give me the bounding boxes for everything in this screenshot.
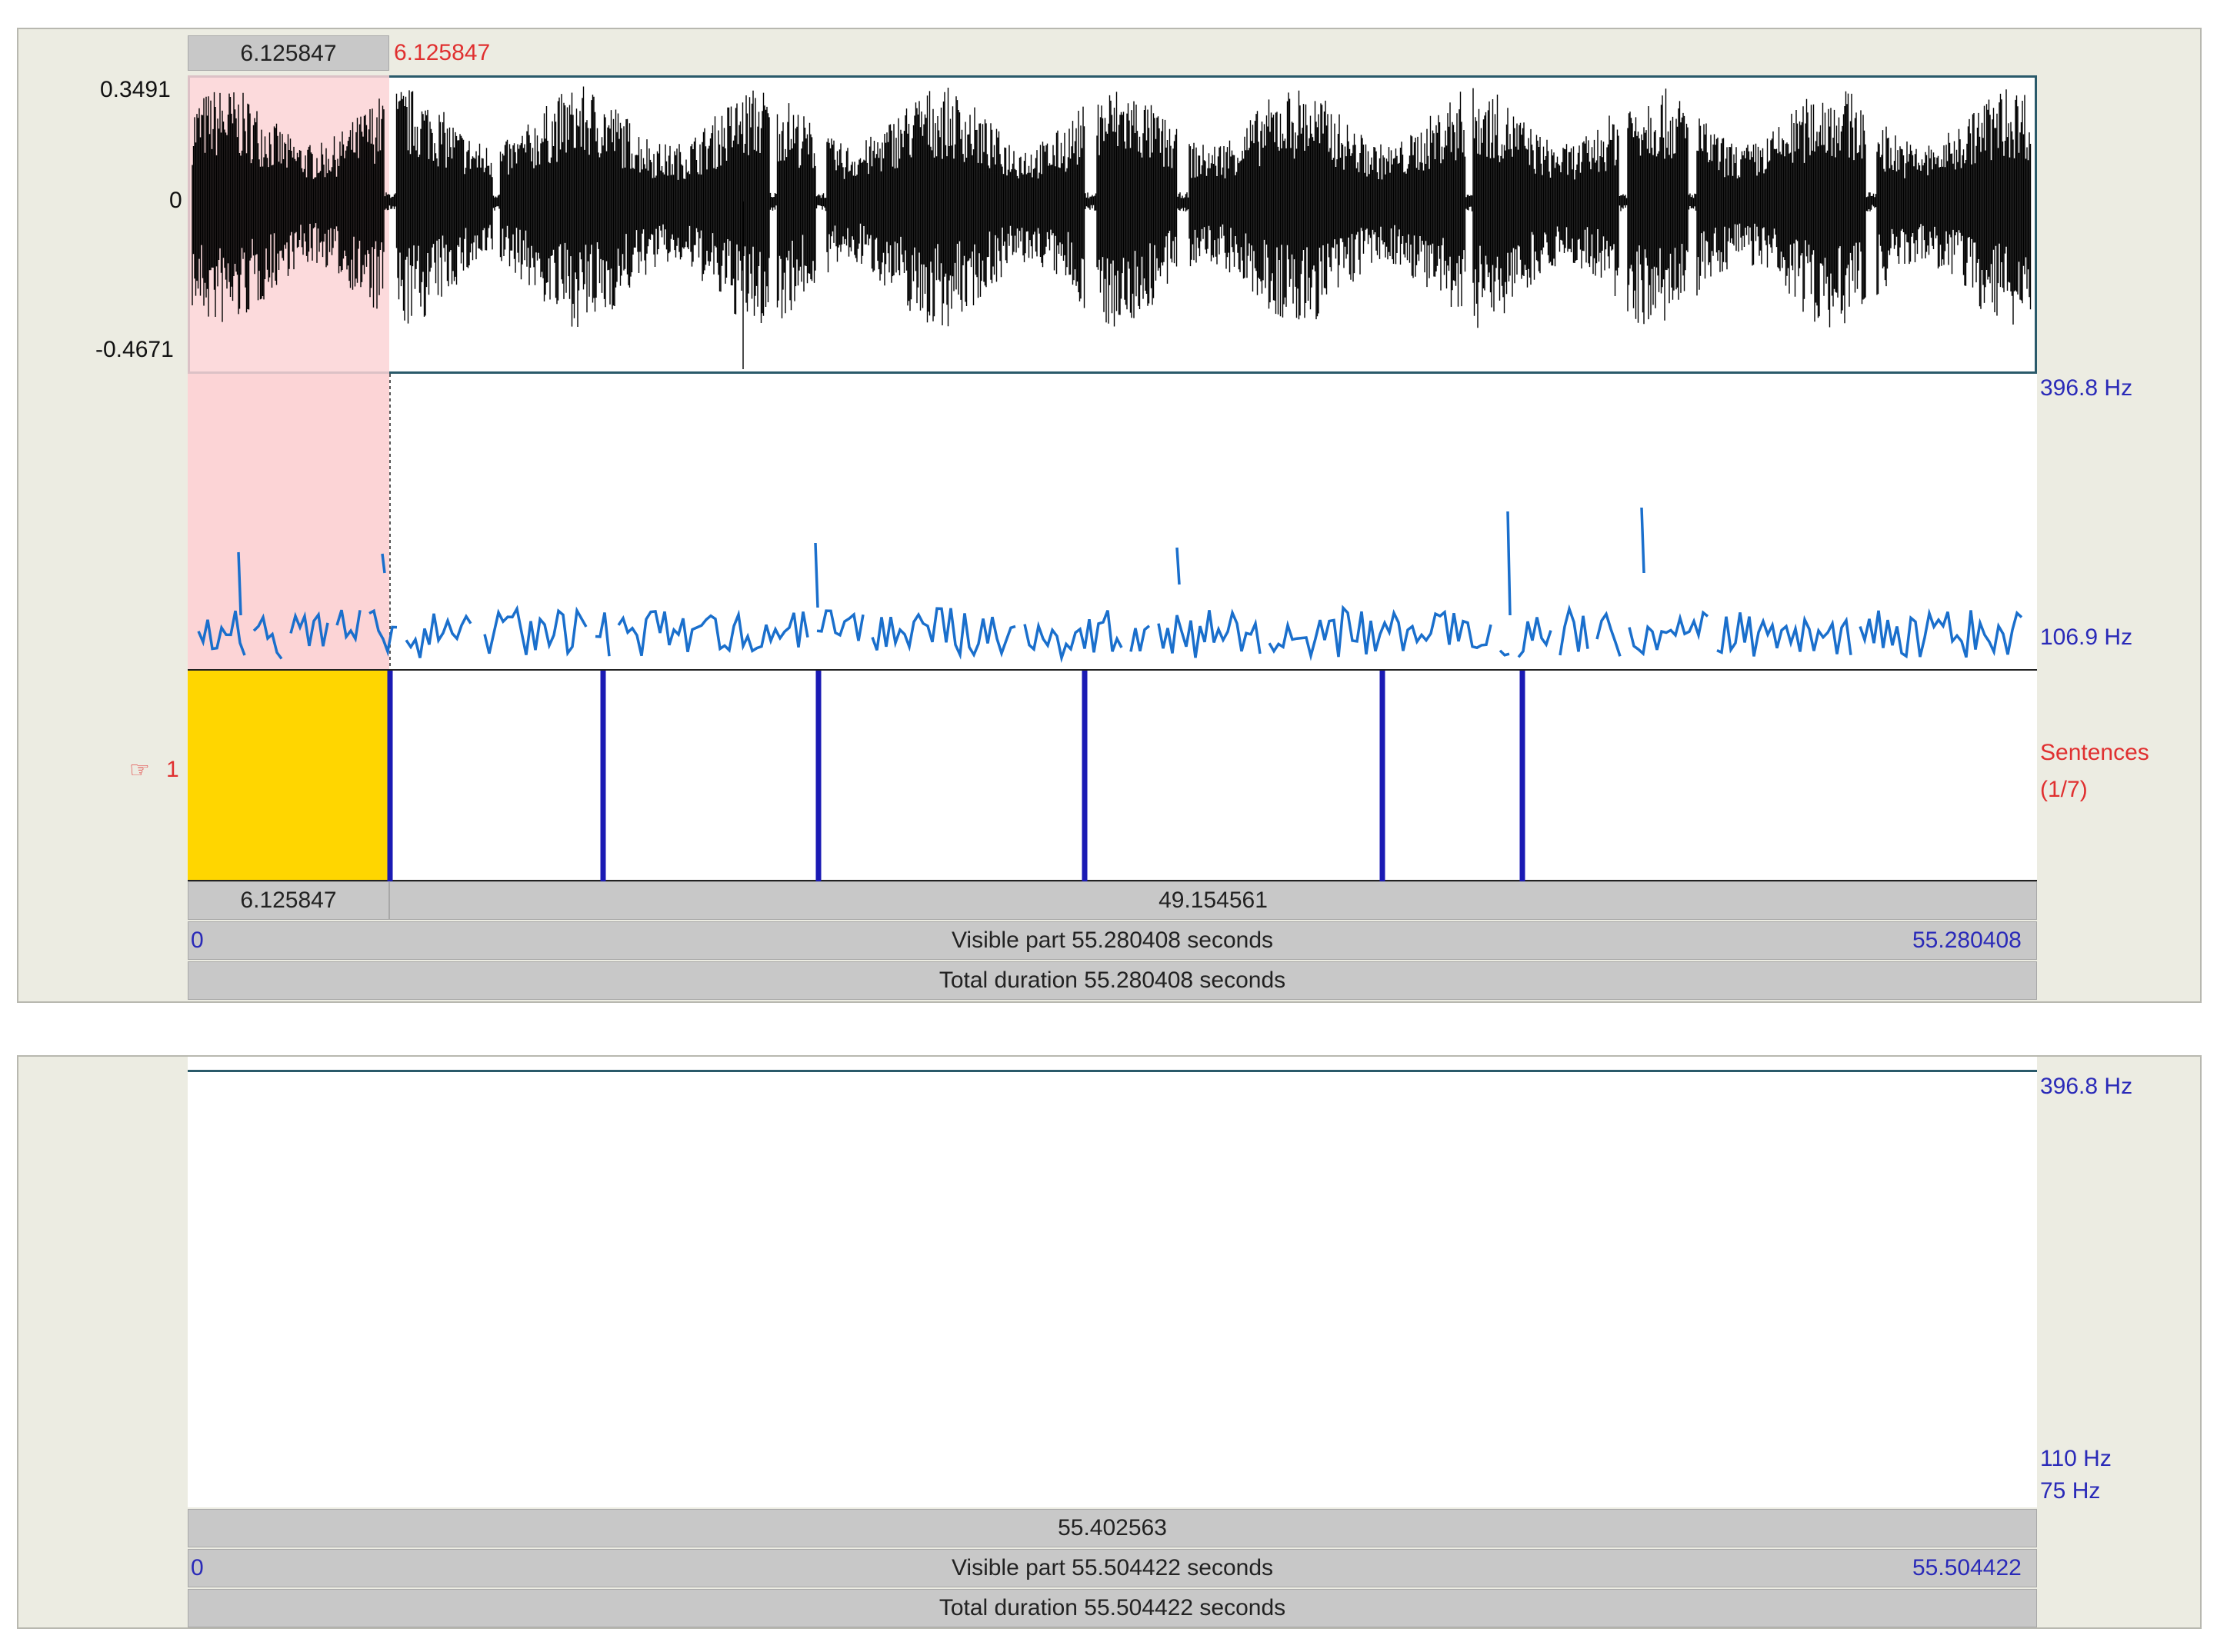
visible-part-label: Visible part 55.280408 seconds bbox=[951, 928, 1274, 953]
waveform-path bbox=[192, 86, 2032, 369]
pitch-mid-label-2: 110 Hz bbox=[2040, 1446, 2112, 1471]
pitch-contour-top bbox=[197, 507, 2023, 664]
interval-duration-bottom[interactable]: 55.402563 bbox=[188, 1509, 2037, 1547]
pitch-bottom-label-2: 75 Hz bbox=[2040, 1478, 2101, 1504]
visible-part-label-bottom: Visible part 55.504422 seconds bbox=[951, 1555, 1274, 1580]
visible-part-bar-bottom[interactable]: Visible part 55.504422 seconds bbox=[188, 1549, 2037, 1587]
waveform-panel-cropped[interactable] bbox=[188, 1057, 2037, 1072]
total-duration-bar-bottom[interactable]: Total duration 55.504422 seconds bbox=[188, 1589, 2037, 1627]
pitch-panel-bottom[interactable] bbox=[188, 1072, 2037, 1507]
interval-duration-second[interactable]: 49.154561 bbox=[389, 881, 2037, 920]
tier-number: 1 bbox=[166, 757, 179, 782]
tier-count-label: (1/7) bbox=[2040, 777, 2088, 802]
visible-start-label-bottom: 0 bbox=[191, 1555, 204, 1580]
tier-boundaries bbox=[387, 671, 1525, 881]
pitch-top-label-2: 396.8 Hz bbox=[2040, 1074, 2133, 1099]
interval-duration-first[interactable]: 6.125847 bbox=[188, 881, 389, 920]
waveform-trace bbox=[192, 86, 2032, 369]
visible-end-label-bottom: 55.504422 bbox=[1912, 1555, 2022, 1580]
pitch1-path bbox=[197, 507, 2023, 664]
tier-name-label[interactable]: Sentences bbox=[2040, 740, 2149, 766]
visible-end-label: 55.280408 bbox=[1912, 928, 2022, 953]
visible-part-bar[interactable]: Visible part 55.280408 seconds bbox=[188, 921, 2037, 960]
visible-start-label: 0 bbox=[191, 928, 204, 953]
pitch-top-label: 396.8 Hz bbox=[2040, 375, 2133, 401]
tier-pointer-icon: ☞ bbox=[129, 758, 150, 783]
amp-zero-label: 0 bbox=[169, 188, 182, 213]
amp-min-label: -0.4671 bbox=[95, 337, 174, 362]
total-duration-bar[interactable]: Total duration 55.280408 seconds bbox=[188, 961, 2037, 1000]
amp-max-label: 0.3491 bbox=[100, 77, 171, 102]
pitch-bottom-label: 106.9 Hz bbox=[2040, 624, 2133, 650]
